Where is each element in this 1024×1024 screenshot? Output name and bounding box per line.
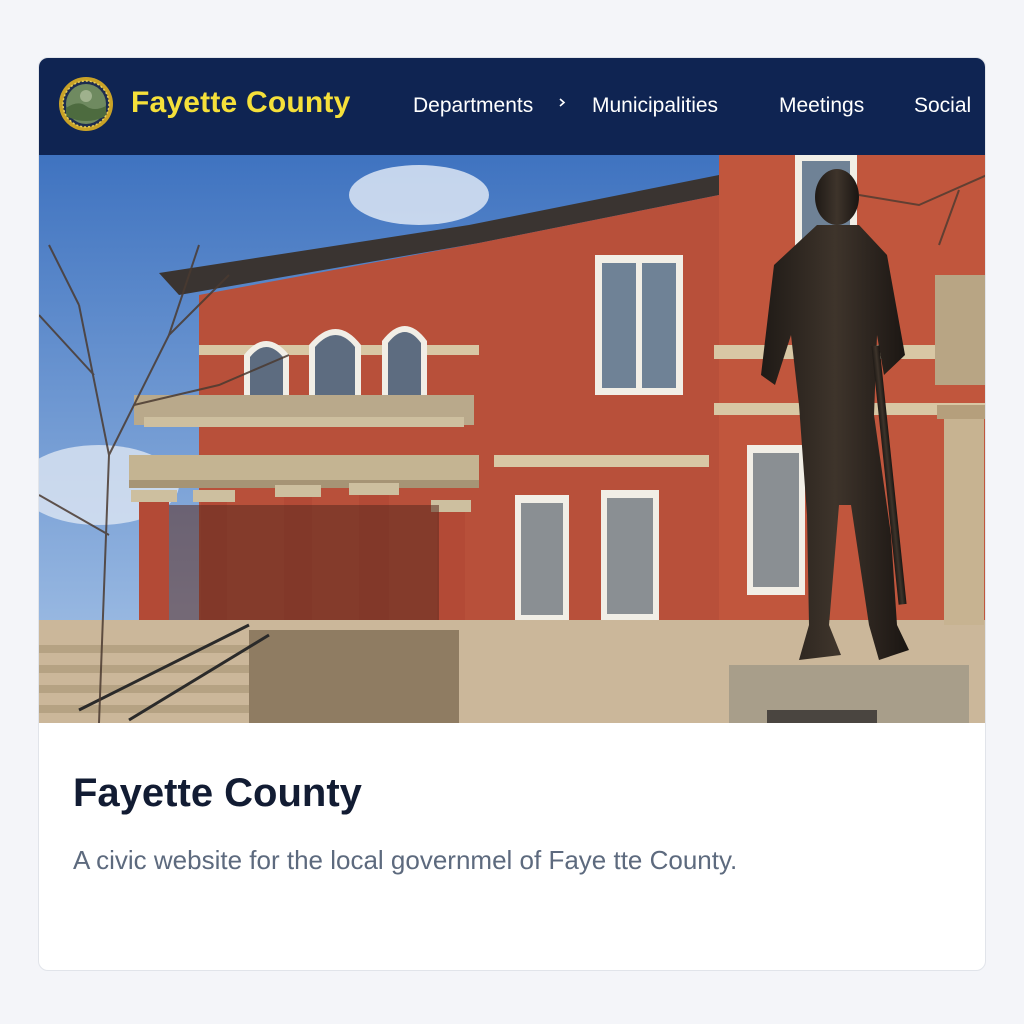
nav-item-meetings[interactable]: Meetings [779, 94, 864, 118]
page-title: Fayette County [73, 771, 362, 815]
site-card: Fayette County Departments Municipalitie… [38, 57, 986, 971]
top-navbar: Fayette County Departments Municipalitie… [39, 58, 985, 155]
nav-item-municipalities[interactable]: Municipalities [592, 94, 718, 118]
page-description: A civic website for the local governmel … [73, 845, 738, 875]
county-seal-icon[interactable] [58, 76, 114, 132]
site-brand[interactable]: Fayette County [131, 86, 351, 120]
nav-item-social[interactable]: Social [914, 94, 971, 118]
nav-item-departments[interactable]: Departments [413, 94, 533, 118]
chevron-right-icon [559, 98, 566, 107]
hero-image [39, 155, 985, 723]
